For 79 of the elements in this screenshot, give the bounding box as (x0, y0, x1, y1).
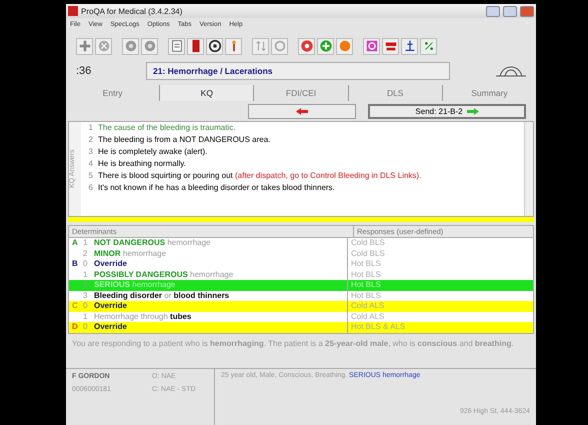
determinant-text: SERIOUS hemorrhage (94, 280, 176, 290)
response-cell-text: Cold ALS (350, 312, 386, 322)
level-code: B (72, 259, 79, 270)
target-icon (208, 39, 222, 53)
answer-text: He is completely awake (alert). (98, 146, 208, 157)
response-cell: Cold ALS (348, 301, 533, 312)
plus-icon (78, 39, 92, 53)
response-cell-text: Hot BLS (350, 270, 382, 280)
answer-number: 4 (88, 158, 93, 169)
plus-circle-icon (318, 39, 332, 53)
determinant-number: 1 (83, 312, 88, 322)
back-button[interactable] (248, 104, 356, 119)
answer-text: It's not known if he has a bleeding disorder or takes blood thinners. (98, 182, 335, 193)
determinant-number: 3 (83, 290, 88, 301)
determinant-number: 0 (83, 301, 88, 312)
determinant-text: MINOR hemorrhage (94, 248, 166, 259)
scrollbar[interactable] (524, 122, 533, 216)
lifebuoy-icon (300, 39, 314, 53)
answer-text: He is breathing normally. (98, 158, 186, 169)
determinant-row[interactable]: B 0 Override Hot BLS (69, 259, 533, 270)
response-cell-text: Hot BLS (350, 259, 382, 270)
toolbar-button[interactable] (382, 38, 399, 54)
level-code: A (72, 238, 79, 248)
toolbar-button[interactable] (401, 38, 418, 54)
determinant-number: 2 (83, 248, 88, 259)
determinant-number: 1 (83, 270, 88, 280)
determinant-text: POSSIBLY DANGEROUS hemorrhage (94, 270, 234, 280)
ring-icon (272, 39, 286, 53)
circle-icon (142, 39, 156, 53)
tab[interactable]: KQ (160, 85, 254, 101)
elapsed-timer: :36 (76, 65, 92, 77)
determinant-number: 0 (83, 259, 88, 270)
send-button[interactable]: Send: 21-B-2 (368, 104, 526, 119)
x-circle-icon (96, 39, 110, 53)
determinant-text: Override (94, 259, 127, 270)
answer-number: 6 (88, 182, 93, 193)
window-title: ProQA for Medical (3.4.2.34) (81, 6, 184, 16)
summary-text: You are responding to a patient who is hemorrhaging. The patient is a 25-year-old male, who is conscious and breathing. (71, 338, 515, 350)
left-arrow-icon (296, 108, 308, 115)
protocol-title: 21: Hemorrhage / Lacerations (146, 62, 450, 80)
determinant-number: 2 (83, 280, 88, 290)
right-arrow-icon (466, 108, 479, 115)
determinant-row[interactable]: A 1 NOT DANGEROUS hemorrhage Cold BLS (69, 238, 533, 248)
toolbar-button[interactable] (187, 38, 204, 54)
answer-text: There is blood squirting or pouring out (after dispatch, go to Control Bleeding in DLS Links). (98, 170, 422, 181)
percent-icon (422, 39, 436, 53)
toolbar-button[interactable] (225, 38, 242, 54)
app-icon (68, 6, 78, 16)
determinant-text: Bleeding disorder or blood thinners (94, 290, 230, 301)
response-cell-text: Cold BLS (350, 238, 386, 248)
determinant-text: Override (94, 322, 127, 332)
minimize-button[interactable] (486, 6, 500, 16)
answer-number: 3 (88, 146, 93, 157)
toolbar-button[interactable] (168, 38, 185, 54)
determinant-number: 1 (83, 238, 88, 248)
determinant-number: 0 (83, 322, 88, 332)
circle-icon (124, 39, 138, 53)
logo-drawing (494, 64, 528, 78)
toolbar-button[interactable] (206, 38, 223, 54)
document-icon (170, 39, 184, 53)
level-code: D (72, 322, 79, 332)
determinant-text: Hemorrhage through tubes (94, 312, 192, 322)
answer-number: 2 (88, 134, 93, 145)
determinant-text: Override (94, 301, 127, 312)
response-cell: Hot BLS & ALS (348, 322, 533, 332)
answer-text: The cause of the bleeding is traumatic. (98, 122, 236, 133)
answer-number: 5 (88, 170, 93, 181)
response-cell: Hot BLS (348, 280, 533, 290)
arrows-icon (254, 39, 268, 53)
determinant-row[interactable]: 2 MINOR hemorrhage Cold BLS (69, 248, 533, 259)
close-button[interactable] (520, 6, 534, 16)
response-cell-text: Cold BLS (350, 248, 386, 259)
response-cell-text: Hot BLS (350, 290, 382, 301)
level-code: C (72, 301, 79, 312)
answer-number: 1 (88, 122, 93, 133)
answer-text: The bleeding is from a NOT DANGEROUS area. (98, 134, 270, 145)
maximize-button[interactable] (503, 6, 517, 16)
determinant-text: NOT DANGEROUS hemorrhage (94, 238, 210, 248)
dot-icon (338, 39, 352, 53)
